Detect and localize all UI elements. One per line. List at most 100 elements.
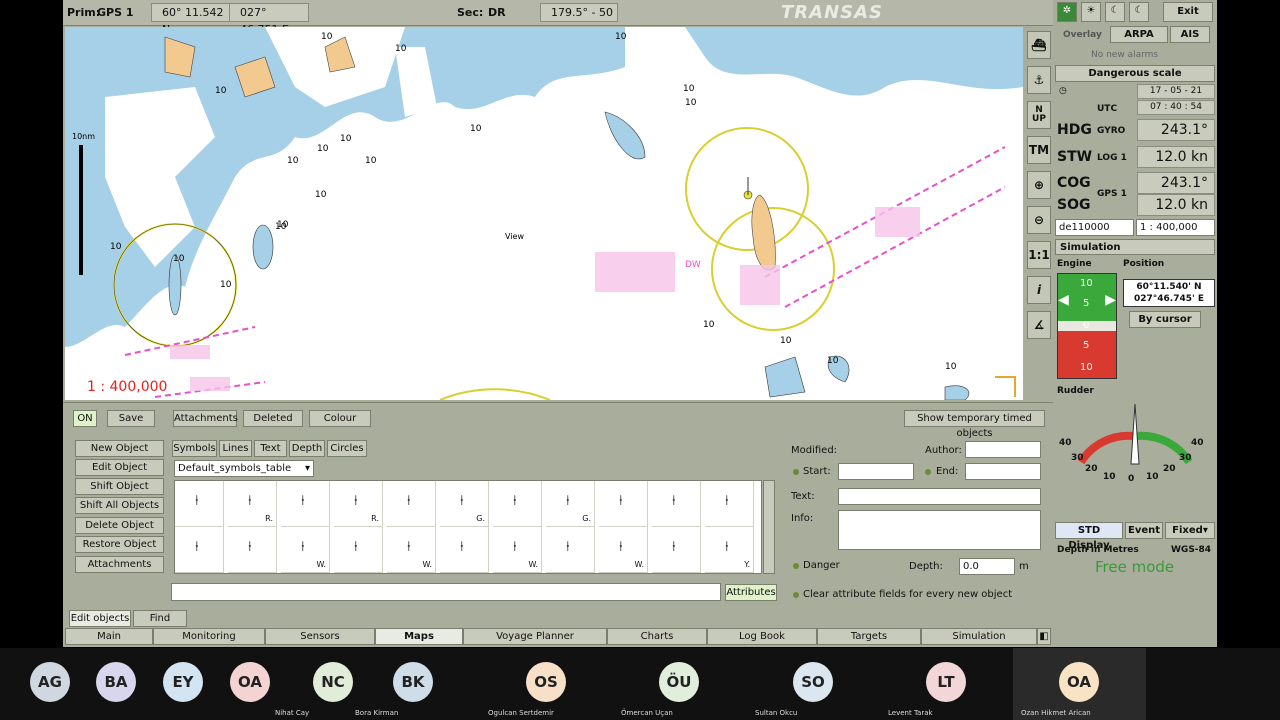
new-object-button[interactable]: New Object	[75, 440, 164, 457]
arpa-button[interactable]: ARPA	[1110, 26, 1168, 43]
fixed-select[interactable]: Fixed▾	[1165, 522, 1215, 539]
symbol-cell[interactable]: ⍿	[652, 481, 701, 527]
participant-tile[interactable]: OS Ogulcan Sertdemir	[480, 648, 613, 720]
tab-simulation[interactable]: Simulation	[921, 628, 1037, 645]
participant-tile[interactable]: BA	[66, 648, 136, 720]
true-motion-button[interactable]: TM	[1027, 136, 1051, 164]
participant-tile[interactable]: EY	[133, 648, 203, 720]
dusk-mode-icon[interactable]: ☾	[1105, 2, 1125, 22]
restore-object-button[interactable]: Restore Object	[75, 536, 164, 553]
info-field[interactable]	[838, 510, 1041, 550]
measure-icon[interactable]: ∡	[1027, 311, 1051, 339]
chart-map[interactable]: 10nm View DW 10 10 10 10 10 10 10 10 10 …	[65, 27, 1023, 400]
symbol-cell[interactable]: ⍿	[334, 527, 383, 573]
tab-targets[interactable]: Targets	[817, 628, 921, 645]
one-to-one-button[interactable]: 1:1	[1027, 241, 1051, 269]
symbol-cell[interactable]: ⍿	[440, 527, 489, 573]
day-mode-icon[interactable]: ☀	[1081, 2, 1101, 22]
night-mode-icon[interactable]: ☾	[1129, 2, 1149, 22]
by-cursor-button[interactable]: By cursor	[1129, 311, 1201, 328]
participant-tile[interactable]: OA	[200, 648, 270, 720]
zoom-out-icon[interactable]: ⊖	[1027, 206, 1051, 234]
engine-telegraph[interactable]: 10 5 0 5 10 ◀ ▶	[1057, 273, 1117, 379]
symbol-cell[interactable]: ⍿ R.	[228, 481, 277, 527]
attachments-button[interactable]: Attachments	[173, 410, 238, 427]
start-field[interactable]	[838, 463, 914, 480]
tab-log-book[interactable]: Log Book	[707, 628, 817, 645]
maximize-icon[interactable]: ◧	[1037, 628, 1051, 645]
participant-tile[interactable]: SO Sultan Okcu	[747, 648, 880, 720]
symbol-cell[interactable]: ⍿	[705, 481, 754, 527]
symbol-cell[interactable]: ⍿ W.	[493, 527, 542, 573]
author-field[interactable]	[965, 441, 1041, 458]
tab-symbols[interactable]: Symbols	[172, 440, 217, 457]
symbol-cell[interactable]: ⍿	[387, 481, 436, 527]
info-icon[interactable]: i	[1027, 276, 1051, 304]
tab-voyage-planner[interactable]: Voyage Planner	[463, 628, 607, 645]
ais-button[interactable]: AIS	[1170, 26, 1210, 43]
symbol-cell[interactable]: ⍿ W.	[599, 527, 648, 573]
symbol-cell[interactable]: ⍿	[281, 481, 330, 527]
zoom-in-icon[interactable]: ⊕	[1027, 171, 1051, 199]
symbol-history-strip[interactable]	[171, 583, 721, 601]
tab-charts[interactable]: Charts	[607, 628, 707, 645]
symbol-cell[interactable]: ⍿ W.	[281, 527, 330, 573]
edit-object-button[interactable]: Edit Object	[75, 459, 164, 476]
settings-icon[interactable]: ✲	[1057, 2, 1077, 22]
tab-sensors[interactable]: Sensors	[265, 628, 375, 645]
symbol-cell[interactable]: ⍿	[652, 527, 701, 573]
tab-circles[interactable]: Circles	[327, 440, 367, 457]
tab-edit-objects[interactable]: Edit objects	[69, 610, 131, 627]
tab-maps[interactable]: Maps	[375, 628, 463, 645]
depth-field[interactable]: 0.0	[959, 558, 1015, 575]
end-field[interactable]	[965, 463, 1041, 480]
overlay-label[interactable]: Overlay	[1063, 30, 1102, 40]
participant-tile[interactable]: OA Ozan Hikmet Arican	[1013, 648, 1146, 720]
symbol-cell[interactable]: ⍿ G.	[546, 481, 595, 527]
symbol-cell[interactable]: ⍿	[493, 481, 542, 527]
shift-object-button[interactable]: Shift Object	[75, 478, 164, 495]
grid-scrollbar[interactable]	[763, 480, 775, 574]
participant-tile[interactable]: AG	[0, 648, 70, 720]
on-toggle[interactable]: ON	[73, 410, 97, 427]
std-display-button[interactable]: STD Display	[1055, 522, 1123, 551]
symbol-cell[interactable]: ⍿	[228, 527, 277, 573]
tab-depth[interactable]: Depth	[289, 440, 325, 457]
tab-text[interactable]: Text	[254, 440, 287, 457]
mode-select[interactable]: Simulation	[1055, 239, 1215, 255]
symbol-cell[interactable]: ⍿ R.	[334, 481, 383, 527]
save-button[interactable]: Save	[107, 410, 155, 427]
attributes-button[interactable]: Attributes	[725, 584, 777, 601]
anchor-icon[interactable]: ⚓	[1027, 66, 1051, 94]
text-field[interactable]	[838, 488, 1041, 505]
symbol-cell[interactable]: ⍿	[599, 481, 648, 527]
tab-main[interactable]: Main	[65, 628, 153, 645]
symbol-cell[interactable]: ⍿ G.	[440, 481, 489, 527]
symbol-cell[interactable]: ⍿	[546, 527, 595, 573]
participant-tile[interactable]: ÖU Ömercan Uçan	[613, 648, 746, 720]
ship-icon[interactable]: ⛴	[1027, 31, 1051, 59]
chart-scale-select[interactable]: 1 : 400,000	[1136, 219, 1215, 236]
symbols-grid[interactable]: ⍿ ⍿ R. ⍿ ⍿ R. ⍿ ⍿ G. ⍿ ⍿ G. ⍿ ⍿ ⍿ ⍿ ⍿ ⍿ W. ⍿ ⍿ W. ⍿ ⍿ W. ⍿ ⍿ W. ⍿ ⍿ Y.	[174, 480, 762, 574]
symbol-cell[interactable]: ⍿	[175, 527, 224, 573]
symbols-table-select[interactable]: Default_symbols_table ▾	[174, 460, 314, 477]
north-up-button[interactable]: N UP	[1027, 101, 1051, 129]
tab-find-object[interactable]: Find object	[133, 610, 187, 639]
tab-lines[interactable]: Lines	[219, 440, 252, 457]
delete-object-button[interactable]: Delete Object	[75, 517, 164, 534]
participant-tile[interactable]: LT Levent Tarak	[880, 648, 1013, 720]
shift-all-objects-button[interactable]: Shift All Objects	[75, 497, 164, 514]
deleted-button[interactable]: Deleted	[243, 410, 303, 427]
attachments-object-button[interactable]: Attachments	[75, 556, 164, 573]
colour-button[interactable]: Colour	[309, 410, 371, 427]
tab-monitoring[interactable]: Monitoring	[153, 628, 265, 645]
show-temp-objects-button[interactable]: Show temporary timed objects	[904, 410, 1045, 439]
exit-button[interactable]: Exit	[1163, 2, 1213, 22]
event-button[interactable]: Event	[1125, 522, 1163, 539]
participant-tile[interactable]: BK Bora Kirman	[347, 648, 480, 720]
symbol-cell[interactable]: ⍿	[175, 481, 224, 527]
symbol-cell[interactable]: ⍿ Y.	[705, 527, 754, 573]
clear-attributes-option[interactable]: Clear attribute fields for every new obj…	[803, 589, 1012, 600]
scale-mode-select[interactable]: Dangerous scale	[1055, 65, 1215, 82]
symbol-cell[interactable]: ⍿ W.	[387, 527, 436, 573]
